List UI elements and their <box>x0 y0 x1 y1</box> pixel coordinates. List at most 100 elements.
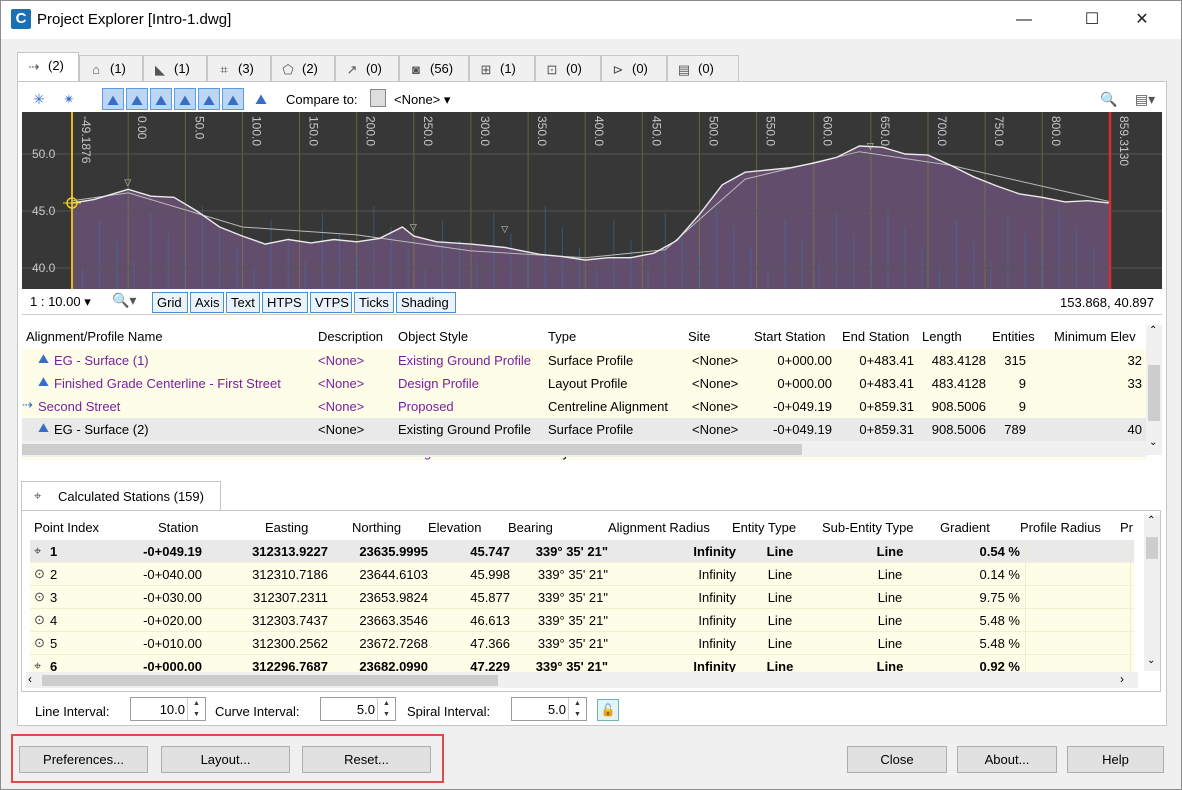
profile-viewer[interactable]: ▽ ▽ ▽ ▽ -49.1876 0.00 50.0 100.0 150.0 200.0 250.0… <box>22 112 1162 289</box>
tab-sheet[interactable]: ▤ (0) <box>667 55 739 81</box>
tab-pipe[interactable]: ◙ (56) <box>399 55 469 81</box>
axis-toggle-button[interactable]: Axis <box>190 292 224 313</box>
tab-corridor[interactable]: ◣ (1) <box>143 55 207 81</box>
column-header[interactable]: Object Style <box>398 329 468 344</box>
about-button[interactable]: About... <box>957 746 1057 773</box>
column-header[interactable]: Start Station <box>754 329 826 344</box>
line-interval-spinner[interactable]: 10.0 ▲ ▼ <box>130 697 206 721</box>
scroll-right-icon[interactable]: › <box>1120 672 1124 686</box>
scroll-down-icon[interactable]: ⌄ <box>1147 655 1155 666</box>
spinner-arrows-icon[interactable]: ▲ ▼ <box>568 698 586 720</box>
spinner-arrows-icon[interactable]: ▲ ▼ <box>187 698 205 720</box>
stations-vertical-scrollbar[interactable]: ⌃ ⌄ <box>1144 515 1160 671</box>
column-header[interactable]: Length <box>922 329 962 344</box>
stations-horizontal-scrollbar[interactable]: ‹ › <box>26 672 1138 688</box>
profile-chart: ▽ ▽ ▽ ▽ -49.1876 0.00 50.0 100.0 150.0 200.0 250.0… <box>22 112 1162 289</box>
stations-h-thumb[interactable] <box>42 675 498 686</box>
grid-options-icon[interactable]: ▤▾ <box>1128 88 1162 110</box>
stations-column-header[interactable]: Easting <box>265 520 308 535</box>
htps-toggle-button[interactable]: HTPS <box>262 292 308 313</box>
profile-view-4-icon[interactable]: ⛰ <box>174 88 196 110</box>
stations-column-header[interactable]: Point Index <box>34 520 99 535</box>
cell-style: Proposed <box>398 399 454 414</box>
tab-parcel[interactable]: ⌂ (1) <box>79 55 143 81</box>
profile-view-1-icon[interactable]: ⛰ <box>102 88 124 110</box>
compare-dropdown[interactable]: <None> ▾ <box>394 92 450 108</box>
stations-column-header[interactable]: Profile Radius <box>1020 520 1101 535</box>
stations-column-header[interactable]: Pr <box>1120 520 1133 535</box>
grid-toggle-button[interactable]: Grid <box>152 292 188 313</box>
profile-view-2-icon[interactable]: ⛰ <box>126 88 148 110</box>
cell-start: -0+049.19 <box>773 422 832 437</box>
profile-view-7-icon[interactable]: ⛰ <box>250 88 272 110</box>
scroll-thumb[interactable] <box>1148 365 1160 421</box>
stations-column-header[interactable]: Sub-Entity Type <box>822 520 914 535</box>
column-header[interactable]: Site <box>688 329 710 344</box>
stations-column-header[interactable]: Northing <box>352 520 401 535</box>
scroll-left-icon[interactable]: ‹ <box>28 672 32 686</box>
stations-column-header[interactable]: Gradient <box>940 520 990 535</box>
curve-interval-spinner[interactable]: 5.0 ▲ ▼ <box>320 697 396 721</box>
spiral-interval-spinner[interactable]: 5.0 ▲ ▼ <box>511 697 587 721</box>
column-header[interactable]: Description <box>318 329 383 344</box>
stations-column-header[interactable]: Entity Type <box>732 520 796 535</box>
scroll-up-icon[interactable]: ⌃ <box>1147 515 1155 526</box>
table-row[interactable]: ⛰ EG - Surface (1) <None> Existing Ground P… <box>22 349 1147 372</box>
profile-view-5-icon[interactable]: ⛰ <box>198 88 220 110</box>
ticks-toggle-button[interactable]: Ticks <box>354 292 394 313</box>
scroll-down-icon[interactable]: ⌄ <box>1149 437 1157 448</box>
stations-column-header[interactable]: Bearing <box>508 520 553 535</box>
tab-count: (0) <box>366 61 382 76</box>
tab-featureline[interactable]: ↗ (0) <box>335 55 399 81</box>
unlock-icon[interactable]: 🔓 <box>597 699 619 721</box>
tab-calculated-stations[interactable]: ⌖ Calculated Stations (159) <box>21 481 221 511</box>
vtps-toggle-button[interactable]: VTPS <box>310 292 352 313</box>
profile-view-6-icon[interactable]: ⛰ <box>222 88 244 110</box>
column-header[interactable]: Alignment/Profile Name <box>26 329 163 344</box>
h-scroll-thumb[interactable] <box>22 444 802 455</box>
tab-alignment[interactable]: ⇢ (2) <box>17 52 79 81</box>
stations-column-header[interactable]: Station <box>158 520 198 535</box>
tab-assembly[interactable]: ⌗ (3) <box>207 55 271 81</box>
cell-length: 483.4128 <box>931 376 986 391</box>
profile-view-3-icon[interactable]: ⛰ <box>150 88 172 110</box>
scale-dropdown[interactable]: 1 : 10.00 ▾ <box>30 294 91 310</box>
scroll-up-icon[interactable]: ⌃ <box>1149 325 1157 336</box>
help-button[interactable]: Help <box>1067 746 1164 773</box>
tab-structure[interactable]: ⊞ (1) <box>469 55 535 81</box>
tab-label[interactable]: ⊳ (0) <box>601 55 667 81</box>
column-header[interactable]: Entities <box>992 329 1035 344</box>
station-row[interactable]: ⌖ 1 -0+049.19 312313.9227 23635.9995 45.747 33… <box>30 540 1134 563</box>
project-explorer-window: C Project Explorer [Intro-1.dwg] — ☐ ✕ ⇢… <box>0 0 1182 790</box>
zoom-icon[interactable]: 🔍▾ <box>112 292 136 309</box>
column-divider <box>1130 563 1131 586</box>
column-header[interactable]: Minimum Elev <box>1054 329 1136 344</box>
cell-type: Layout Profile <box>548 376 628 391</box>
new-profile-icon[interactable]: ✴ <box>58 88 80 110</box>
zoom-search-icon[interactable]: 🔍 <box>1098 88 1120 110</box>
stations-column-header[interactable]: Alignment Radius <box>608 520 710 535</box>
spinner-arrows-icon[interactable]: ▲ ▼ <box>377 698 395 720</box>
table-row[interactable]: ⇢ Second Street <None> Proposed Centreline A… <box>22 395 1147 418</box>
text-toggle-button[interactable]: Text <box>226 292 260 313</box>
column-header[interactable]: Type <box>548 329 576 344</box>
new-alignment-icon[interactable]: ✳ <box>28 88 50 110</box>
grid-vertical-scrollbar[interactable]: ⌃ ⌄ <box>1146 325 1162 455</box>
station-row[interactable]: ⊙ 5 -0+010.00 312300.2562 23672.7268 47.366 33… <box>30 632 1134 655</box>
minimize-button[interactable]: — <box>1001 1 1047 39</box>
shading-toggle-button[interactable]: Shading <box>396 292 456 313</box>
stations-scroll-thumb[interactable] <box>1146 537 1158 559</box>
station-row[interactable]: ⊙ 4 -0+020.00 312303.7437 23663.3546 46.613 33… <box>30 609 1134 632</box>
tab-section[interactable]: ⊡ (0) <box>535 55 601 81</box>
table-row[interactable]: ⛰ Finished Grade Centerline - First Stree… <box>22 372 1147 395</box>
station-row[interactable]: ⊙ 2 -0+040.00 312310.7186 23644.6103 45.998 33… <box>30 563 1134 586</box>
stations-column-header[interactable]: Elevation <box>428 520 481 535</box>
station-row[interactable]: ⊙ 3 -0+030.00 312307.2311 23653.9824 45.877 33… <box>30 586 1134 609</box>
tab-surface[interactable]: ⬠ (2) <box>271 55 335 81</box>
close-window-button[interactable]: ✕ <box>1119 1 1165 39</box>
column-header[interactable]: End Station <box>842 329 909 344</box>
close-button[interactable]: Close <box>847 746 947 773</box>
grid-horizontal-scrollbar[interactable] <box>22 441 1146 457</box>
table-row[interactable]: ⛰ EG - Surface (2) <None> Existing Ground P… <box>22 418 1147 441</box>
maximize-button[interactable]: ☐ <box>1069 1 1115 39</box>
